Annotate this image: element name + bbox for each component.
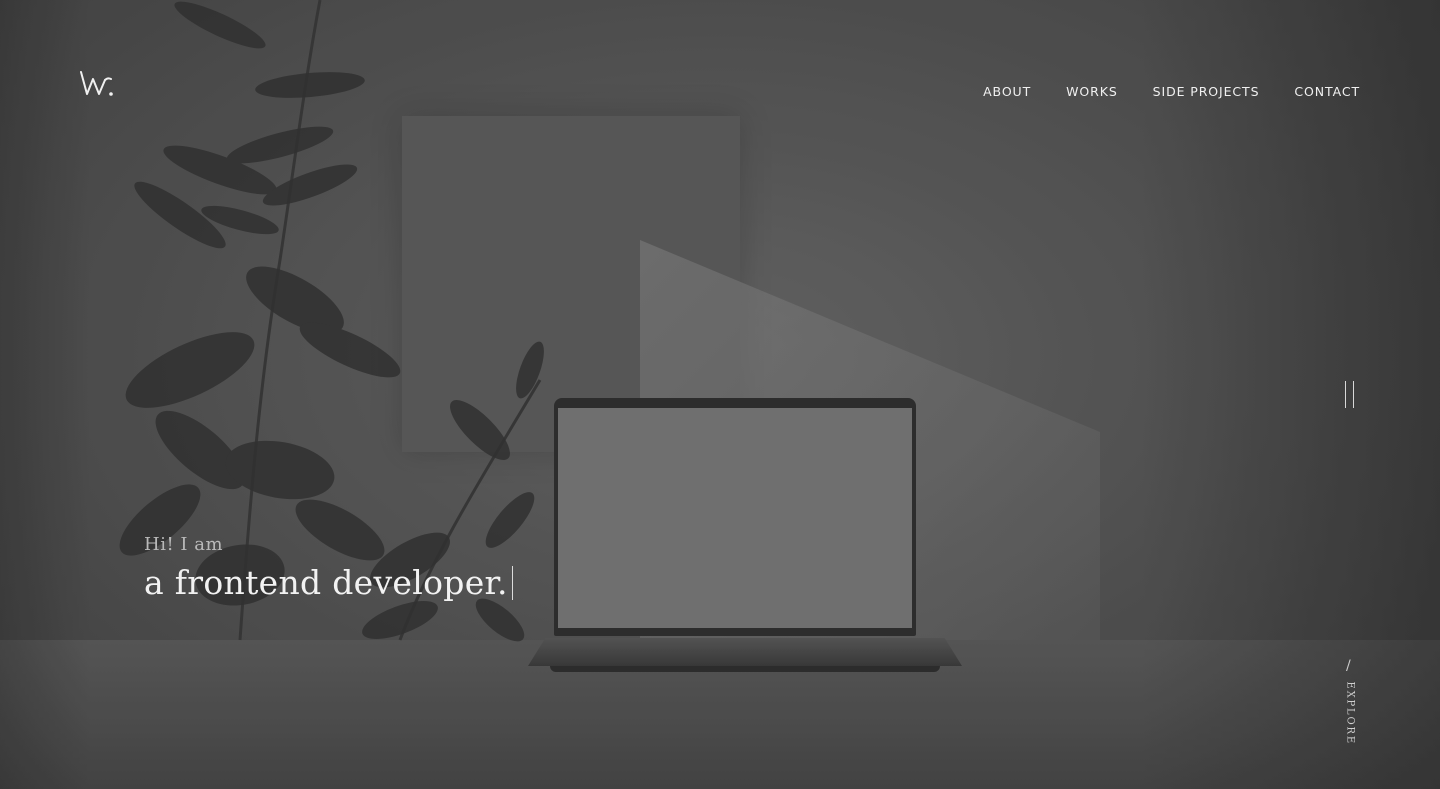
nav-link-side-projects[interactable]: SIDE PROJECTS — [1153, 84, 1260, 99]
hero-title: a frontend developer. — [144, 563, 513, 602]
nav-link-works[interactable]: WORKS — [1066, 84, 1118, 99]
explore-label: EXPLORE — [1344, 681, 1356, 745]
nav-link-contact[interactable]: CONTACT — [1294, 84, 1360, 99]
hero-title-text: a frontend developer. — [144, 563, 508, 602]
pause-icon[interactable] — [1343, 381, 1357, 409]
w-logo-icon[interactable] — [80, 70, 114, 98]
hero-intro: Hi! I am — [144, 534, 224, 555]
page: ABOUT WORKS SIDE PROJECTS CONTACT Hi! I … — [0, 0, 1440, 789]
logo-mark — [80, 71, 113, 96]
pause-bar-left — [1345, 381, 1346, 408]
dark-overlay — [0, 0, 1440, 789]
hero-text: Hi! I am a frontend developer. — [144, 534, 513, 602]
typing-cursor — [511, 565, 513, 600]
explore-slash: / — [1346, 658, 1351, 674]
hero-background-image — [0, 0, 1440, 789]
pause-bar-right — [1353, 381, 1354, 408]
nav-link-about[interactable]: ABOUT — [983, 84, 1031, 99]
explore-button[interactable]: / EXPLORE — [1332, 658, 1366, 750]
main-nav: ABOUT WORKS SIDE PROJECTS CONTACT — [983, 84, 1360, 99]
